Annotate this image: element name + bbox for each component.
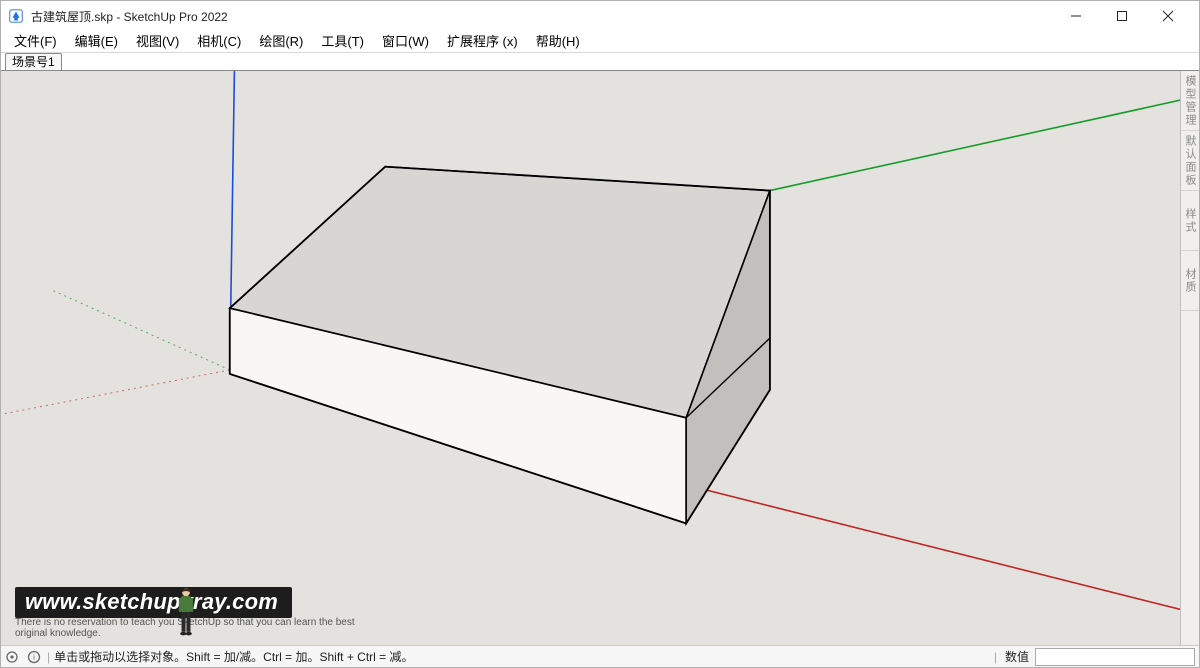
menu-bar: 文件(F) 编辑(E) 视图(V) 相机(C) 绘图(R) 工具(T) 窗口(W… — [1, 31, 1199, 53]
vcb-input[interactable] — [1035, 648, 1195, 666]
menu-view[interactable]: 视图(V) — [127, 31, 188, 53]
viewport[interactable]: www.sketchupvray.com There is no reserva… — [1, 71, 1181, 645]
status-hint: 单击或拖动以选择对象。Shift = 加/减。Ctrl = 加。Shift + … — [52, 648, 992, 665]
close-button[interactable] — [1145, 1, 1191, 31]
tray-model-manage[interactable]: 模型管理 — [1181, 71, 1199, 131]
menu-ext[interactable]: 扩展程序 (x) — [438, 31, 527, 53]
scene-tab-1[interactable]: 场景号1 — [5, 53, 62, 70]
model-canvas — [1, 71, 1180, 645]
tray-materials[interactable]: 材质 — [1181, 251, 1199, 311]
menu-window[interactable]: 窗口(W) — [373, 31, 438, 53]
watermark: www.sketchupvray.com There is no reserva… — [11, 587, 361, 639]
tray-styles[interactable]: 样式 — [1181, 191, 1199, 251]
menu-edit[interactable]: 编辑(E) — [66, 31, 127, 53]
work-area: www.sketchupvray.com There is no reserva… — [1, 71, 1199, 645]
menu-help[interactable]: 帮助(H) — [527, 31, 589, 53]
title-bar: 古建筑屋顶.skp - SketchUp Pro 2022 — [1, 1, 1199, 31]
menu-camera[interactable]: 相机(C) — [188, 31, 250, 53]
tray-default-panel[interactable]: 默认面板 — [1181, 131, 1199, 191]
geolocation-icon[interactable] — [1, 650, 23, 664]
scene-tabs: 场景号1 — [1, 53, 1199, 71]
separator: | — [47, 650, 50, 664]
app-icon — [7, 7, 25, 25]
app-window: 古建筑屋顶.skp - SketchUp Pro 2022 文件(F) 编辑(E… — [0, 0, 1200, 668]
vcb-label: 数值 — [999, 648, 1035, 665]
tray-buttons: 模型管理 默认面板 样式 材质 — [1181, 71, 1199, 645]
maximize-button[interactable] — [1099, 1, 1145, 31]
minimize-button[interactable] — [1053, 1, 1099, 31]
status-bar: i | 单击或拖动以选择对象。Shift = 加/减。Ctrl = 加。Shif… — [1, 645, 1199, 667]
window-title: 古建筑屋顶.skp - SketchUp Pro 2022 — [31, 8, 228, 25]
svg-text:i: i — [33, 653, 35, 662]
menu-file[interactable]: 文件(F) — [5, 31, 66, 53]
separator: | — [994, 650, 997, 664]
credits-icon[interactable]: i — [23, 650, 45, 664]
menu-tools[interactable]: 工具(T) — [312, 31, 373, 53]
menu-draw[interactable]: 绘图(R) — [250, 31, 312, 53]
